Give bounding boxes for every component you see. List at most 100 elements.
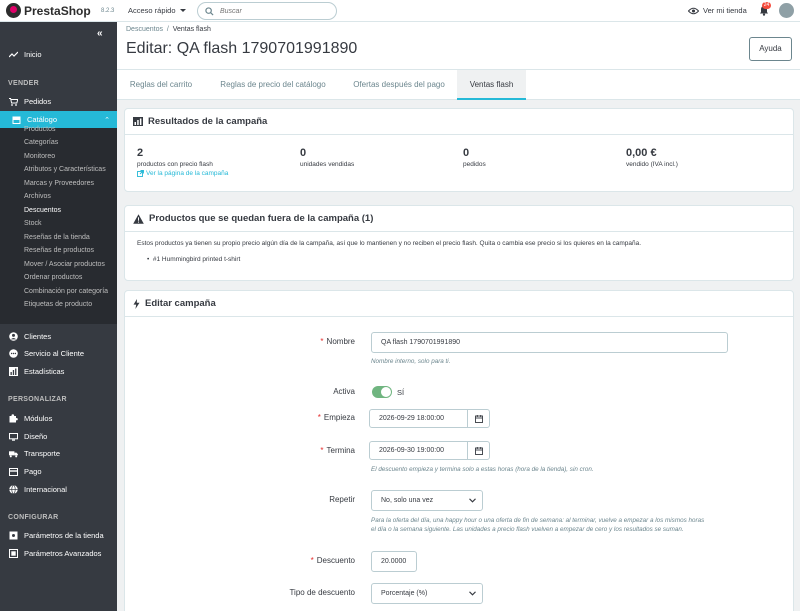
campaign-page-link[interactable]: Ver la página de la campaña: [137, 170, 228, 177]
stat-label: productos con precio flash: [137, 161, 213, 168]
sidebar-item-card[interactable]: Pago: [0, 463, 117, 480]
breadcrumb: Descuentos / Ventas flash: [126, 26, 211, 33]
required-marker: *: [317, 413, 321, 422]
chat-icon: [9, 349, 18, 358]
advanced-icon: [9, 549, 18, 558]
name-label: * Nombre: [265, 337, 355, 346]
sidebar-subitem[interactable]: Archivos: [24, 193, 51, 200]
sidebar-item-customer-service[interactable]: Servicio al Cliente: [0, 345, 117, 362]
dates-help: El descuento empieza y termina solo a es…: [371, 466, 594, 473]
sidebar-item-settings[interactable]: Parámetros de la tienda: [0, 527, 117, 544]
sidebar-subitem[interactable]: Etiquetas de producto: [24, 301, 92, 308]
calendar-icon[interactable]: [467, 442, 489, 459]
discount-field[interactable]: 20.0000: [371, 551, 417, 572]
excluded-explanation: Estos productos ya tienen su propio prec…: [137, 240, 642, 247]
required-marker: *: [320, 337, 324, 346]
stat-orders: 0 pedidos: [463, 147, 486, 168]
label-text: Termina: [326, 446, 355, 455]
end-date-value: 2026-09-30 19:00:00: [379, 447, 444, 454]
search-box[interactable]: [197, 2, 337, 20]
stat-value: 0: [300, 147, 307, 159]
name-help: Nombre interno, solo para ti.: [371, 358, 451, 365]
sidebar-subitem[interactable]: Monitoreo: [24, 153, 55, 160]
panel-header: Resultados de la campaña: [125, 109, 793, 135]
sidebar-subitem[interactable]: Productos: [24, 126, 56, 133]
sidebar-item-orders[interactable]: Pedidos: [0, 93, 117, 110]
section-heading-customize: PERSONALIZAR: [8, 396, 67, 403]
bolt-icon: [133, 298, 140, 309]
chevron-down-icon: [469, 591, 476, 596]
sidebar-item-globe[interactable]: Internacional: [0, 481, 117, 498]
end-date-field[interactable]: 2026-09-30 19:00:00: [369, 441, 490, 460]
help-button[interactable]: Ayuda: [749, 37, 792, 61]
name-field[interactable]: QA flash 1790701991890: [371, 332, 728, 353]
prestashop-logo[interactable]: PrestaShop: [6, 3, 91, 18]
tab-catalog-price-rules[interactable]: Reglas de precio del catálogo: [205, 70, 341, 100]
sidebar-subitem[interactable]: Marcas y Proveedores: [24, 180, 94, 187]
sidebar-item-home[interactable]: Inicio: [0, 46, 117, 63]
sidebar-subitem[interactable]: Descuentos: [24, 207, 61, 214]
stat-flash-products: 2 productos con precio flash Ver la pági…: [137, 147, 228, 177]
campaign-results-panel: Resultados de la campaña 2 productos con…: [124, 108, 794, 192]
eye-icon: [688, 7, 699, 14]
puffin-logo-icon: [6, 3, 21, 18]
stat-units-sold: 0 unidades vendidas: [300, 147, 354, 168]
sidebar-subitem[interactable]: Reseñas de productos: [24, 247, 94, 254]
settings-icon: [9, 531, 18, 540]
sidebar-item-stats[interactable]: Estadísticas: [0, 363, 117, 380]
sidebar-subitem[interactable]: Atributos y Características: [24, 166, 106, 173]
discount-label: * Descuento: [265, 556, 355, 565]
chevron-up-icon: ⌃: [104, 116, 110, 124]
panel-header: Productos que se quedan fuera de la camp…: [125, 206, 793, 232]
trending-icon: [9, 50, 18, 59]
sidebar-item-label: Transporte: [24, 449, 60, 458]
cart-icon: [9, 97, 18, 106]
sidebar-item-catalog[interactable]: Catálogo ⌃: [0, 111, 117, 128]
sidebar-item-customers[interactable]: Clientes: [0, 328, 117, 345]
label-text: Nombre: [326, 337, 355, 346]
start-date-value: 2026-09-29 18:00:00: [379, 415, 444, 422]
quick-access-dropdown[interactable]: Acceso rápido: [128, 6, 186, 15]
sidebar-item-label: Pago: [24, 467, 42, 476]
tab-post-purchase-offers[interactable]: Ofertas después del pago: [341, 70, 457, 100]
sidebar-subitem[interactable]: Categorías: [24, 139, 58, 146]
search-input[interactable]: [220, 6, 330, 17]
section-heading-sell: VENDER: [8, 80, 39, 87]
collapse-sidebar-icon[interactable]: «: [97, 28, 103, 39]
caret-down-icon: [179, 9, 186, 12]
panel-header: Editar campaña: [125, 291, 793, 317]
sidebar-item-label: Parámetros Avanzados: [24, 549, 102, 558]
tab-cart-rules[interactable]: Reglas del carrito: [117, 70, 205, 100]
list-item: • #1 Hummingbird printed t-shirt: [147, 256, 240, 263]
search-icon: [205, 7, 214, 16]
tab-flash-sales[interactable]: Ventas flash: [457, 70, 526, 100]
repeat-help-line: el día o la semana siguiente. Las unidad…: [371, 526, 684, 533]
discount-type-select[interactable]: Porcentaje (%): [371, 583, 483, 604]
top-bar: PrestaShop 8.2.3 Acceso rápido Ver mi ti…: [0, 0, 800, 22]
sidebar-item-label: Parámetros de la tienda: [24, 531, 104, 540]
calendar-icon[interactable]: [467, 410, 489, 427]
view-store-link[interactable]: Ver mi tienda: [688, 6, 747, 15]
sidebar-item-truck[interactable]: Transporte: [0, 445, 117, 462]
sidebar-item-puzzle[interactable]: Módulos: [0, 410, 117, 427]
sidebar-subitem[interactable]: Reseñas de la tienda: [24, 234, 90, 241]
avatar[interactable]: [779, 3, 794, 18]
excluded-product: #1 Hummingbird printed t-shirt: [152, 256, 241, 263]
user-icon: [9, 332, 18, 341]
sidebar-subitem[interactable]: Ordenar productos: [24, 274, 82, 281]
sidebar-item-advanced[interactable]: Parámetros Avanzados: [0, 545, 117, 562]
sidebar-subitem[interactable]: Stock: [24, 220, 42, 227]
sidebar-subitem[interactable]: Combinación por categoría: [24, 288, 108, 295]
breadcrumb-link[interactable]: Descuentos: [126, 26, 163, 33]
sidebar-subitem[interactable]: Mover / Asociar productos: [24, 261, 105, 268]
chart-icon: [133, 117, 143, 126]
warning-icon: [133, 213, 144, 224]
repeat-select[interactable]: No, solo una vez: [371, 490, 483, 511]
active-toggle[interactable]: [372, 386, 392, 398]
sidebar-item-label: Catálogo: [27, 115, 58, 124]
sidebar-item-label: Pedidos: [24, 97, 52, 106]
store-icon: [12, 115, 21, 124]
start-date-field[interactable]: 2026-09-29 18:00:00: [369, 409, 490, 428]
card-icon: [9, 467, 18, 476]
sidebar-item-desktop[interactable]: Diseño: [0, 428, 117, 445]
